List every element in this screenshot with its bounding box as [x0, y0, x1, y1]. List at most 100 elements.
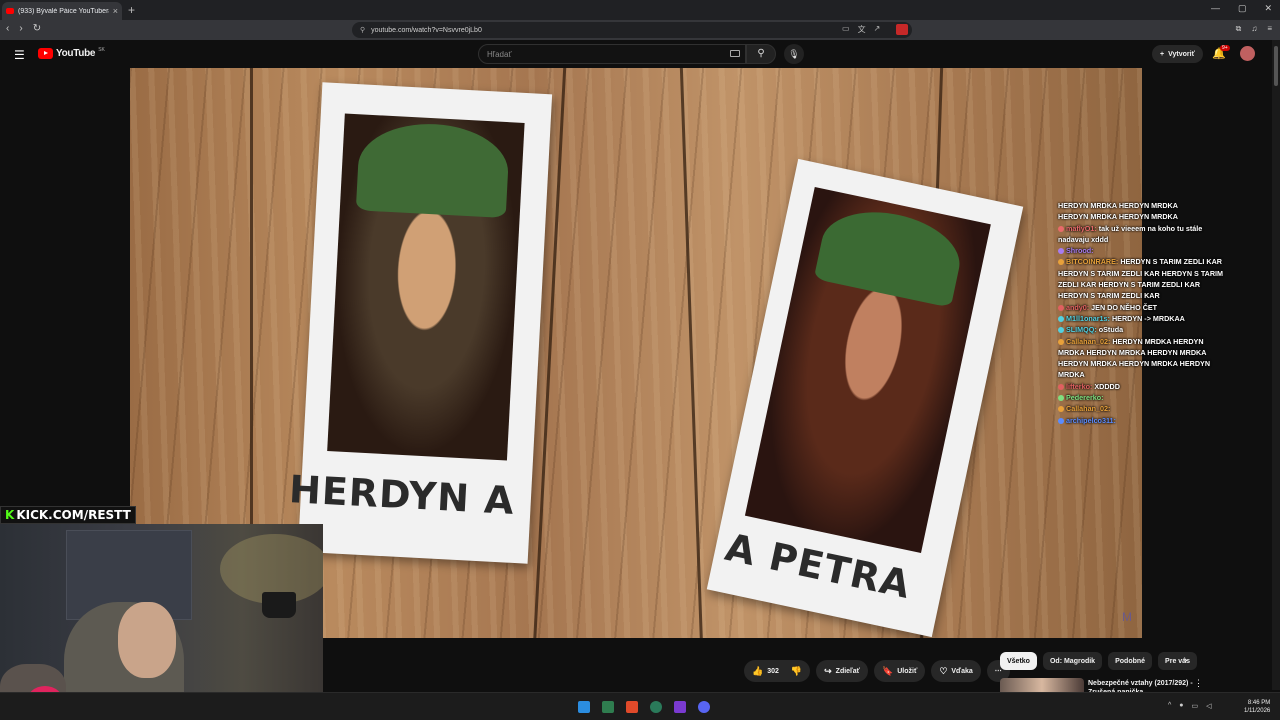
- chat-username: M1ll1onar1s:: [1066, 313, 1110, 323]
- thanks-label: Vďaka: [951, 667, 973, 675]
- taskbar-clock[interactable]: 8:46 PM 1/11/2026: [1244, 699, 1270, 715]
- share-button[interactable]: ↪ Zdieľať: [816, 660, 869, 682]
- like-button[interactable]: 👍 302 👎: [744, 660, 811, 682]
- chat-message: BITCOINRARE: HERDYN S TARIM ZEDLI KAR HER…: [1058, 256, 1226, 301]
- back-icon[interactable]: ‹: [6, 23, 9, 34]
- cast-icon[interactable]: ▭: [842, 24, 850, 35]
- save-label: Uložiť: [897, 667, 918, 675]
- thanks-button[interactable]: ♡ Vďaka: [931, 660, 981, 682]
- chat-text: JEN DO NĚHO ČET: [1091, 302, 1158, 312]
- stream-chat-overlay: HERDYN MRDKA HERDYN MRDKA HERDYN MRDKA HE…: [1058, 200, 1226, 426]
- search-button[interactable]: ⚲: [746, 44, 776, 64]
- search-input[interactable]: Hľadať: [478, 44, 746, 64]
- address-bar[interactable]: ⚲ youtube.com/watch?v=Nsvvre0jLb0: [352, 22, 912, 38]
- extension-icons: ⧉ ♫ ≡: [1236, 24, 1272, 34]
- browser-tab[interactable]: (933) Bývalé Páice YouTubera ×: [2, 2, 122, 20]
- forward-icon[interactable]: ›: [19, 23, 22, 34]
- channel-watermark-icon: M: [1122, 610, 1132, 624]
- lamp: [262, 592, 296, 618]
- chat-username: BITCOINRARE:: [1066, 257, 1119, 267]
- chat-message: Callahan_02:: [1058, 403, 1226, 414]
- streamer-face: [118, 602, 176, 678]
- mic-icon: 🎙: [788, 49, 800, 59]
- share-page-icon[interactable]: ↗: [874, 24, 881, 35]
- browser-menu-icon[interactable]: ≡: [1267, 24, 1272, 34]
- thumbs-down-icon[interactable]: 👎: [791, 666, 802, 677]
- volume-icon[interactable]: ◁: [1206, 702, 1211, 710]
- mic-tray-icon[interactable]: ●: [1179, 702, 1183, 710]
- minimize-icon[interactable]: —: [1211, 3, 1220, 14]
- site-info-icon[interactable]: ⚲: [360, 26, 365, 34]
- youtube-play-icon: [38, 48, 53, 59]
- chat-badge-icon: [1058, 406, 1064, 413]
- webcam-overlay: [0, 524, 323, 720]
- chat-badge-icon: [1058, 338, 1064, 345]
- chat-username: archipelco311:: [1066, 415, 1116, 425]
- kick-url: KICK.COM/RESTT: [16, 508, 131, 522]
- page-scrollbar[interactable]: [1272, 40, 1280, 690]
- chat-username: SLIMQQ:: [1066, 325, 1097, 335]
- country-code: SK: [98, 46, 105, 53]
- chat-message: andy0: JEN DO NĚHO ČET: [1058, 302, 1226, 313]
- maximize-icon[interactable]: ▢: [1238, 3, 1247, 14]
- address-bar-actions: ▭ 文 ↗: [842, 24, 880, 35]
- suggested-title[interactable]: Nebezpečné vztahy (2017/292) - Zrušená p…: [1088, 679, 1198, 692]
- menu-icon[interactable]: ☰: [14, 48, 25, 62]
- twitch-app-icon[interactable]: [674, 701, 686, 713]
- share-label: Zdieľať: [835, 667, 861, 675]
- chat-message: Callahan_02: HERDYN MRDKA HERDYN MRDKA HE…: [1058, 336, 1226, 381]
- suggested-thumbnail[interactable]: [1000, 678, 1084, 692]
- extensions-icon[interactable]: ⧉: [1236, 24, 1242, 34]
- translate-icon[interactable]: 文: [858, 24, 866, 35]
- new-tab-icon[interactable]: +: [128, 3, 135, 17]
- thanks-icon: ♡: [939, 665, 948, 676]
- filter-chip[interactable]: Všetko: [1000, 652, 1037, 670]
- chat-message: maflyO1: tak už vieeem na koho tu stále n…: [1058, 223, 1226, 246]
- tab-title: (933) Bývalé Páice YouTubera: [18, 7, 109, 15]
- terminal-app-icon[interactable]: [602, 701, 614, 713]
- brave-shield-icon[interactable]: [896, 24, 908, 35]
- chat-badge-icon: [1058, 225, 1064, 232]
- voice-search-button[interactable]: 🎙: [784, 44, 804, 64]
- kick-logo: K KICK.COM/RESTT: [0, 506, 136, 524]
- chat-message: lifterko: XDDDD: [1058, 381, 1226, 392]
- chat-badge-icon: [1058, 383, 1064, 390]
- chips-next-icon[interactable]: ›: [1184, 655, 1187, 666]
- chrome-app-icon[interactable]: [650, 701, 662, 713]
- chat-text: HERDYN MRDKA HERDYN MRDKA: [1058, 212, 1178, 222]
- chat-message: HERDYN MRDKA HERDYN MRDKA: [1058, 211, 1226, 222]
- save-button[interactable]: 🔖 Uložiť: [874, 660, 926, 682]
- discord-app-icon[interactable]: [698, 701, 710, 713]
- bookmark-icon: 🔖: [882, 665, 894, 676]
- thumbs-up-icon: 👍: [752, 665, 764, 676]
- brave-app-icon[interactable]: [626, 701, 638, 713]
- windows-start-icon[interactable]: [578, 701, 590, 713]
- scrollbar-thumb[interactable]: [1274, 46, 1278, 86]
- chat-badge-icon: [1058, 248, 1064, 255]
- youtube-favicon-icon: [6, 8, 14, 14]
- video-actions: 👍 302 👎 ↪ Zdieľať 🔖 Uložiť ♡ Vďaka ⋯: [744, 660, 1010, 682]
- system-tray: ^ ● ▭ ◁: [1168, 702, 1212, 710]
- chat-message: archipelco311:: [1058, 415, 1226, 426]
- tray-chevron-icon[interactable]: ^: [1168, 702, 1171, 710]
- taskbar-apps: [578, 701, 710, 713]
- chat-badge-icon: [1058, 417, 1064, 424]
- network-icon[interactable]: ▭: [1192, 702, 1199, 710]
- close-window-icon[interactable]: ✕: [1264, 3, 1272, 14]
- youtube-logo[interactable]: YouTube SK: [38, 46, 105, 59]
- chat-message: Pedererko:: [1058, 392, 1226, 403]
- chat-text: oStuda: [1098, 325, 1124, 335]
- reload-icon[interactable]: ↻: [33, 23, 41, 34]
- avatar[interactable]: [1240, 46, 1255, 61]
- suggested-video[interactable]: Nebezpečné vztahy (2017/292) - Zrušená p…: [1000, 678, 1270, 692]
- create-button[interactable]: + Vytvoriť: [1152, 45, 1203, 63]
- media-icon[interactable]: ♫: [1251, 24, 1257, 34]
- filter-chip[interactable]: Podobné: [1108, 652, 1153, 670]
- filter-chip[interactable]: Pre vás: [1158, 652, 1197, 670]
- keyboard-icon[interactable]: [730, 50, 740, 57]
- plus-icon: +: [1160, 50, 1165, 58]
- chat-username: Callahan_02:: [1066, 404, 1111, 414]
- filter-chip[interactable]: Od: Magrodik: [1042, 652, 1103, 670]
- close-tab-icon[interactable]: ×: [113, 6, 118, 16]
- suggested-menu-icon[interactable]: ⋮: [1194, 678, 1203, 689]
